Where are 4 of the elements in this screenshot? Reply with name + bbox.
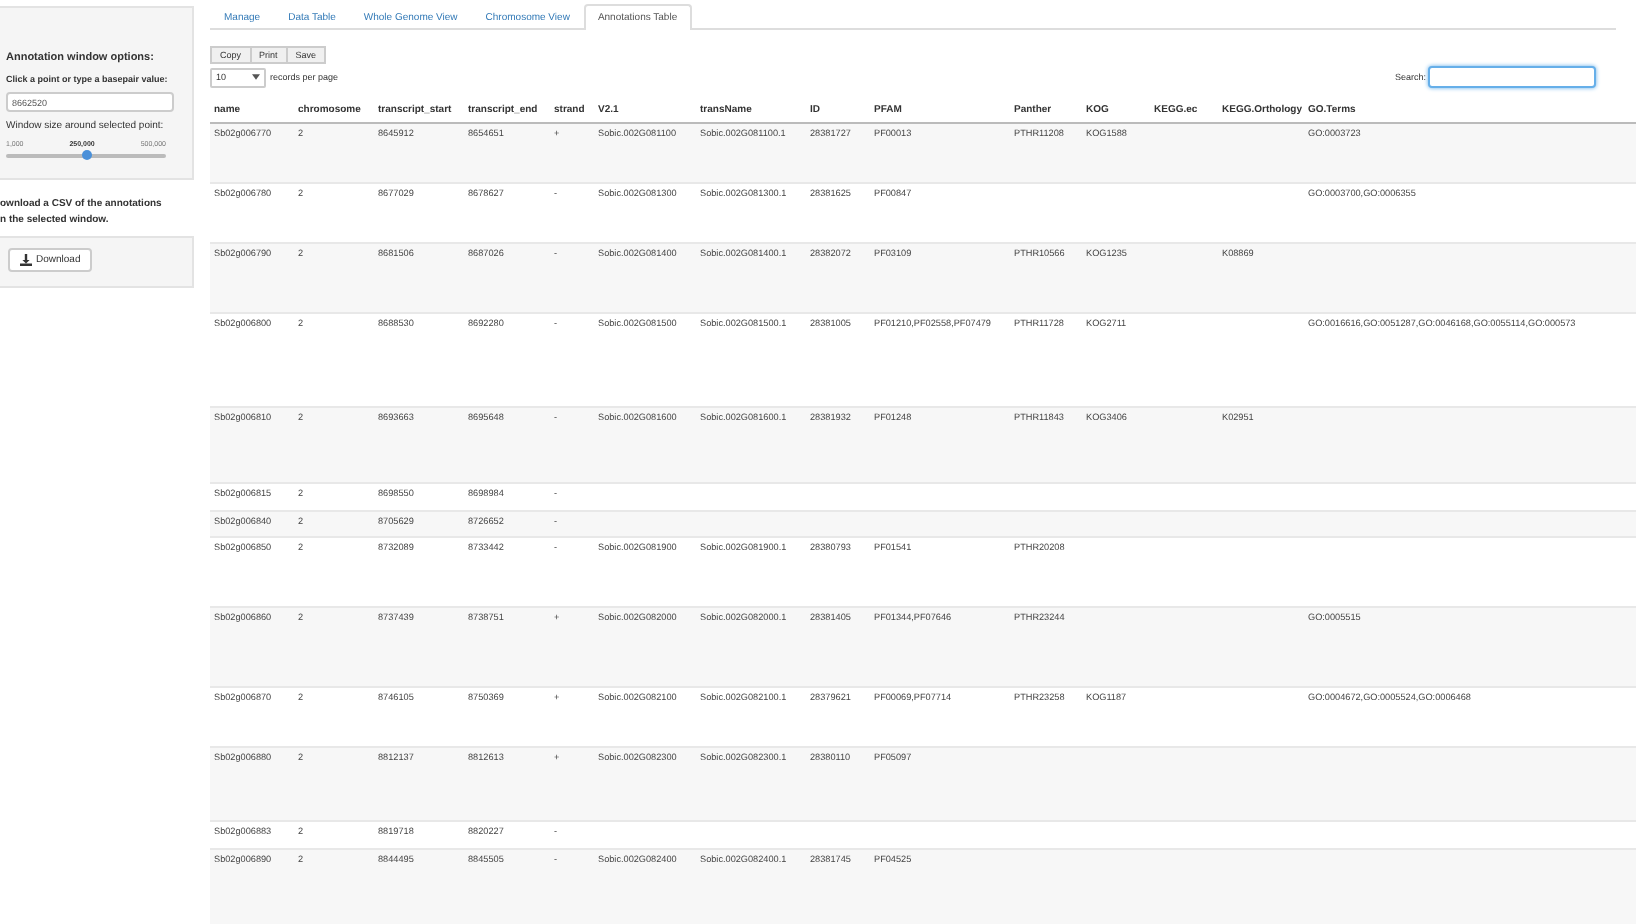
download-icon xyxy=(20,254,32,266)
slider-thumb[interactable] xyxy=(81,150,91,160)
caret-icon xyxy=(252,74,260,80)
search-field[interactable] xyxy=(1428,66,1596,88)
